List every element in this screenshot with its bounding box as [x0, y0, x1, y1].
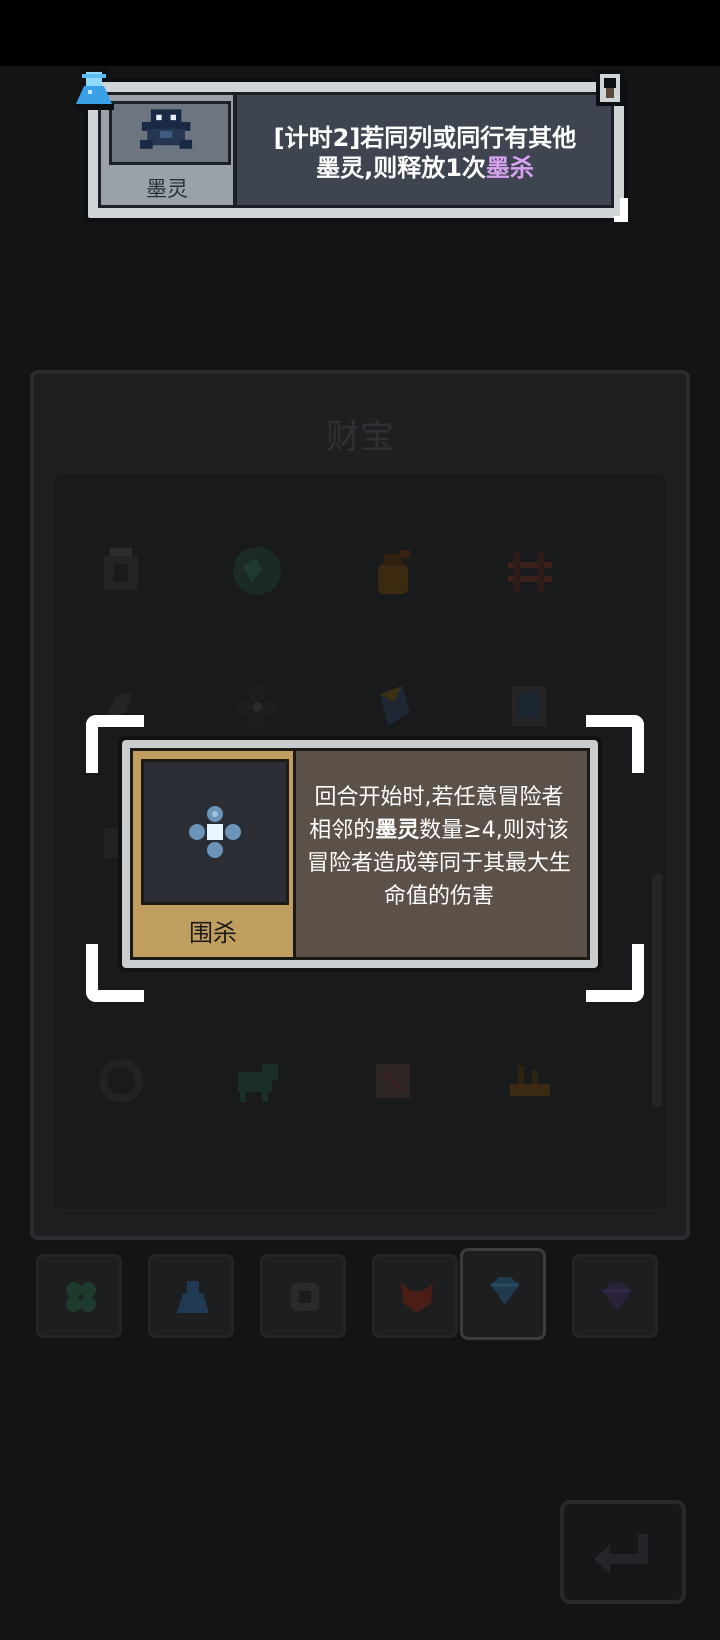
ring-icon[interactable] [86, 1046, 156, 1116]
crystal-icon[interactable] [358, 672, 428, 742]
desc-highlight: 墨灵 [316, 154, 365, 182]
tooltip-description-panel: 回合开始时,若任意冒险者相邻的墨灵数量≥4,则对该冒险者造成等同于其最大生命值的… [293, 751, 587, 957]
card-icon-column: 墨灵 [101, 95, 237, 205]
category-tabs [36, 1248, 686, 1340]
tab-diamond[interactable] [460, 1248, 546, 1340]
panel-title: 财宝 [326, 417, 394, 457]
card-description: [计时2]若同列或同行有其他 墨灵,则释放1次墨杀 [245, 123, 605, 183]
clover-tab-icon [66, 1282, 96, 1312]
tooltip-description: 回合开始时,若任意冒险者相邻的墨灵数量≥4,则对该冒险者造成等同于其最大生命值的… [306, 781, 572, 913]
tab-diamond-outline[interactable] [572, 1254, 658, 1338]
card-name: 墨灵 [146, 177, 188, 201]
tab-fox[interactable] [372, 1254, 458, 1338]
globe-icon[interactable] [222, 536, 292, 606]
tooltip-icon-box [141, 759, 289, 905]
map-icon[interactable] [358, 1046, 428, 1116]
return-arrow-icon [594, 1534, 648, 1574]
lock-icon [592, 66, 628, 110]
item-tooltip: 围杀 回合开始时,若任意冒险者相邻的墨灵数量≥4,则对该冒险者造成等同于其最大生… [118, 736, 602, 972]
tooltip-name: 围杀 [189, 919, 237, 947]
back-button[interactable] [560, 1500, 686, 1604]
scrollbar[interactable] [652, 873, 662, 1107]
desc-keyword: 墨杀 [485, 154, 534, 182]
ink-spirit-icon [109, 101, 231, 165]
bag-icon[interactable] [358, 536, 428, 606]
flask-tab-icon [177, 1281, 209, 1313]
tab-clover[interactable] [36, 1254, 122, 1338]
fox-tab-icon [401, 1283, 433, 1313]
dice-tab-icon [291, 1283, 319, 1311]
ship-icon[interactable] [494, 1046, 564, 1116]
tab-dice[interactable] [260, 1254, 346, 1338]
diamond-tab-icon [491, 1277, 519, 1305]
rune-stone-icon[interactable] [86, 536, 156, 606]
desc-line: [计时2]若同列或同行有其他 [273, 124, 577, 152]
dog-icon[interactable] [222, 1046, 292, 1116]
frame-icon[interactable] [494, 672, 564, 742]
fence-icon[interactable] [494, 536, 564, 606]
diamond-outline-tab-icon [603, 1283, 631, 1311]
tab-flask[interactable] [148, 1254, 234, 1338]
clover-icon[interactable] [222, 672, 292, 742]
desc-line: ,则释放1次 [364, 154, 486, 182]
desc-keyword: 墨灵 [375, 818, 420, 843]
ink-spirit-card: 墨灵 [计时2]若同列或同行有其他 墨灵,则释放1次墨杀 [84, 78, 628, 222]
status-bar [0, 0, 720, 66]
corner-mark [614, 198, 628, 222]
cross-dots-icon [189, 806, 241, 858]
flask-icon [72, 66, 116, 110]
